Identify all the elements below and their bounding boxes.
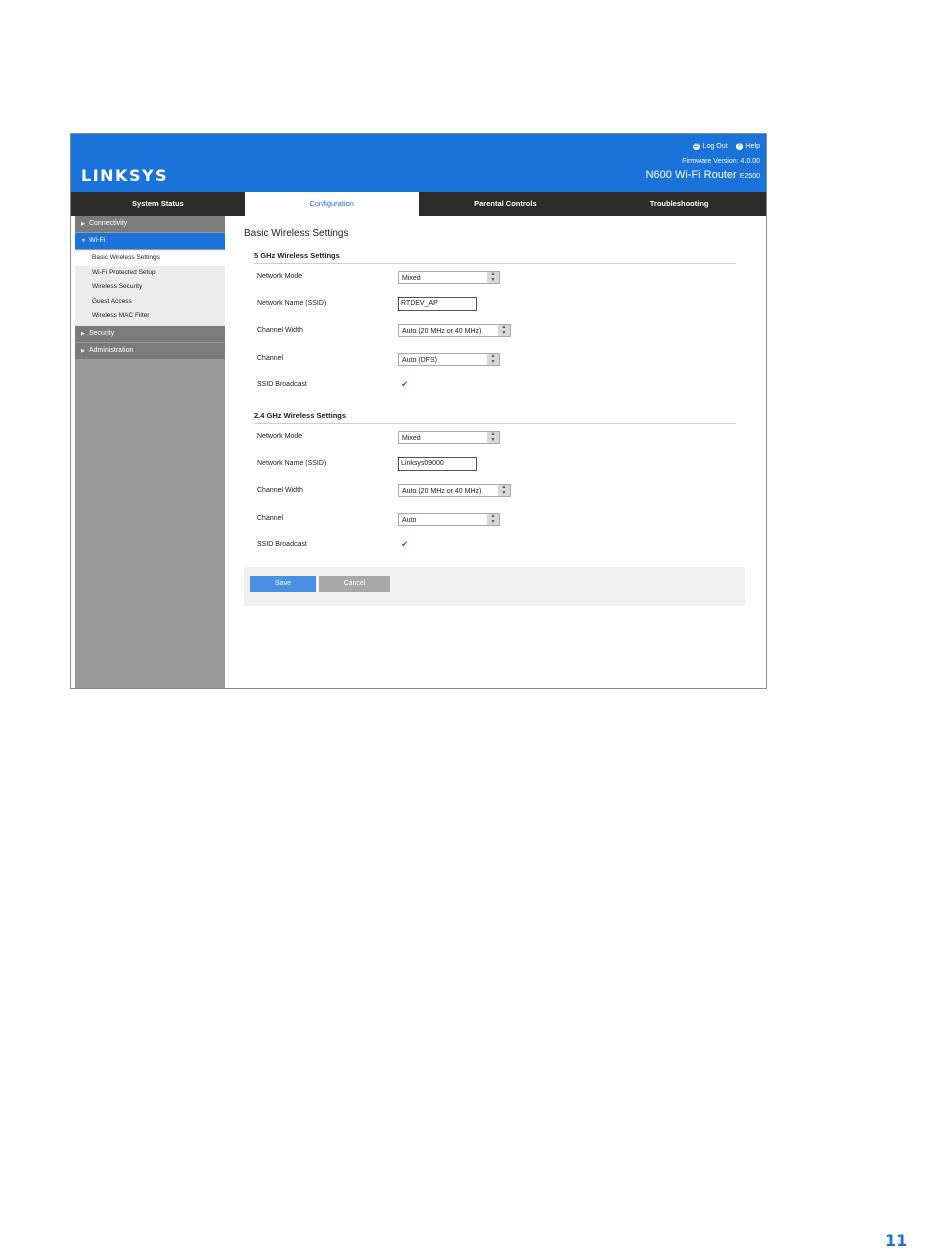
updown-arrows-icon: ▲ ▼ [498,484,510,496]
save-button[interactable]: Save [250,576,316,592]
channel-width-select-24ghz[interactable]: Auto (20 MHz or 40 MHz) ▲ ▼ [398,484,511,497]
sidebar-item-wifi-protected-setup[interactable]: Wi-Fi Protected Setup [75,266,225,281]
updown-arrows-icon: ▲ ▼ [487,431,499,443]
channel-label-24ghz: Channel [257,515,284,522]
sidebar-item-basic-wireless-settings[interactable]: Basic Wireless Settings [75,251,225,266]
page-title: Basic Wireless Settings [244,228,349,239]
form-actions: Save Cancel [244,567,745,606]
section-5ghz-heading: 5 GHz Wireless Settings [254,251,736,264]
channel-width-label-24ghz: Channel Width [257,487,303,494]
logout-label: Log Out [702,143,728,150]
header-bar: LINKSYS ⏻ Log Out ? Help Firmware Versio… [71,134,766,192]
chevron-right-icon: ▶ [81,330,85,337]
network-mode-select-24ghz[interactable]: Mixed ▲ ▼ [398,431,500,444]
router-model: N600 Wi-Fi Router E2500 [646,169,760,181]
tab-parental-controls[interactable]: Parental Controls [419,192,593,216]
sidebar-item-guest-access[interactable]: Guest Access [75,295,225,310]
updown-arrows-icon: ▲ ▼ [498,324,510,336]
select-value: Mixed [402,435,421,442]
select-value: Auto [402,517,417,524]
top-links: ⏻ Log Out ? Help [692,143,760,150]
model-code: E2500 [739,173,760,180]
select-value: Auto (20 MHz or 40 MHz) [402,328,482,335]
sidebar-section-administration[interactable]: ▶ Administration [75,342,225,360]
updown-arrows-icon: ▲ ▼ [487,513,499,525]
router-admin-window: LINKSYS ⏻ Log Out ? Help Firmware Versio… [70,133,767,689]
chevron-down-icon: ▼ [81,238,86,244]
sidebar-section-label: Security [89,329,115,337]
page-number: 11 [885,1231,908,1250]
logout-link[interactable]: ⏻ Log Out [692,143,728,150]
select-value: Auto (20 MHz or 40 MHz) [402,488,482,495]
channel-select-24ghz[interactable]: Auto ▲ ▼ [398,513,500,526]
sidebar-section-label: Wi-Fi [89,237,106,244]
linksys-logo: LINKSYS [81,166,169,185]
sidebar-section-security[interactable]: ▶ Security [75,325,225,343]
channel-select-5ghz[interactable]: Auto (DFS) ▲ ▼ [398,353,500,366]
sidebar-section-label: Connectivity [89,220,128,227]
channel-width-select-5ghz[interactable]: Auto (20 MHz or 40 MHz) ▲ ▼ [398,324,511,337]
sidebar: ▶ Connectivity ▼ Wi-Fi Basic Wireless Sett… [75,216,225,688]
ssid-broadcast-label-5ghz: SSID Broadcast [257,381,307,388]
wifi-submenu: Basic Wireless Settings Wi-Fi Protected … [75,250,225,326]
chevron-right-icon: ▶ [81,221,85,227]
sidebar-section-wifi[interactable]: ▼ Wi-Fi [75,233,225,250]
model-name: N600 Wi-Fi Router [645,169,737,181]
ssid-broadcast-label-24ghz: SSID Broadcast [257,541,307,548]
logout-icon: ⏻ [692,143,700,150]
sidebar-item-wireless-security[interactable]: Wireless Security [75,280,225,295]
chevron-right-icon: ▶ [81,347,85,354]
cancel-button[interactable]: Cancel [319,576,390,592]
main-content: Basic Wireless Settings 5 GHz Wireless S… [226,216,766,688]
select-value: Auto (DFS) [402,357,438,364]
help-label: Help [745,143,760,150]
ssid-input-24ghz[interactable]: Linksys09000 [398,457,477,471]
section-24ghz-heading: 2.4 GHz Wireless Settings [254,411,736,424]
network-mode-label-5ghz: Network Mode [257,273,303,280]
help-icon: ? [735,143,743,150]
network-mode-label-24ghz: Network Mode [257,433,303,440]
help-link[interactable]: ? Help [735,143,760,150]
updown-arrows-icon: ▲ ▼ [487,353,499,365]
sidebar-section-label: Administration [89,346,134,354]
firmware-version: Firmware Version: 4.0.00 [682,158,760,165]
main-nav: System Status Configuration Parental Con… [71,192,766,216]
ssid-label-24ghz: Network Name (SSID) [257,460,327,467]
tab-configuration[interactable]: Configuration [244,192,419,216]
ssid-label-5ghz: Network Name (SSID) [257,300,327,307]
ssid-input-5ghz[interactable]: RTDEV_AP [398,297,477,311]
checkmark-icon: ✔ [401,539,409,549]
network-mode-select-5ghz[interactable]: Mixed ▲ ▼ [398,271,500,284]
channel-label-5ghz: Channel [257,355,284,362]
updown-arrows-icon: ▲ ▼ [487,271,499,283]
ssid-broadcast-checkbox-5ghz[interactable]: ✔ [401,379,409,389]
sidebar-section-connectivity[interactable]: ▶ Connectivity [75,216,225,233]
sidebar-item-wireless-mac-filter[interactable]: Wireless MAC Filter [75,309,225,324]
tab-system-status[interactable]: System Status [71,192,245,216]
checkmark-icon: ✔ [401,379,409,389]
select-value: Mixed [402,275,421,282]
tab-troubleshooting[interactable]: Troubleshooting [592,192,766,216]
channel-width-label-5ghz: Channel Width [257,327,303,334]
ssid-broadcast-checkbox-24ghz[interactable]: ✔ [401,539,409,549]
